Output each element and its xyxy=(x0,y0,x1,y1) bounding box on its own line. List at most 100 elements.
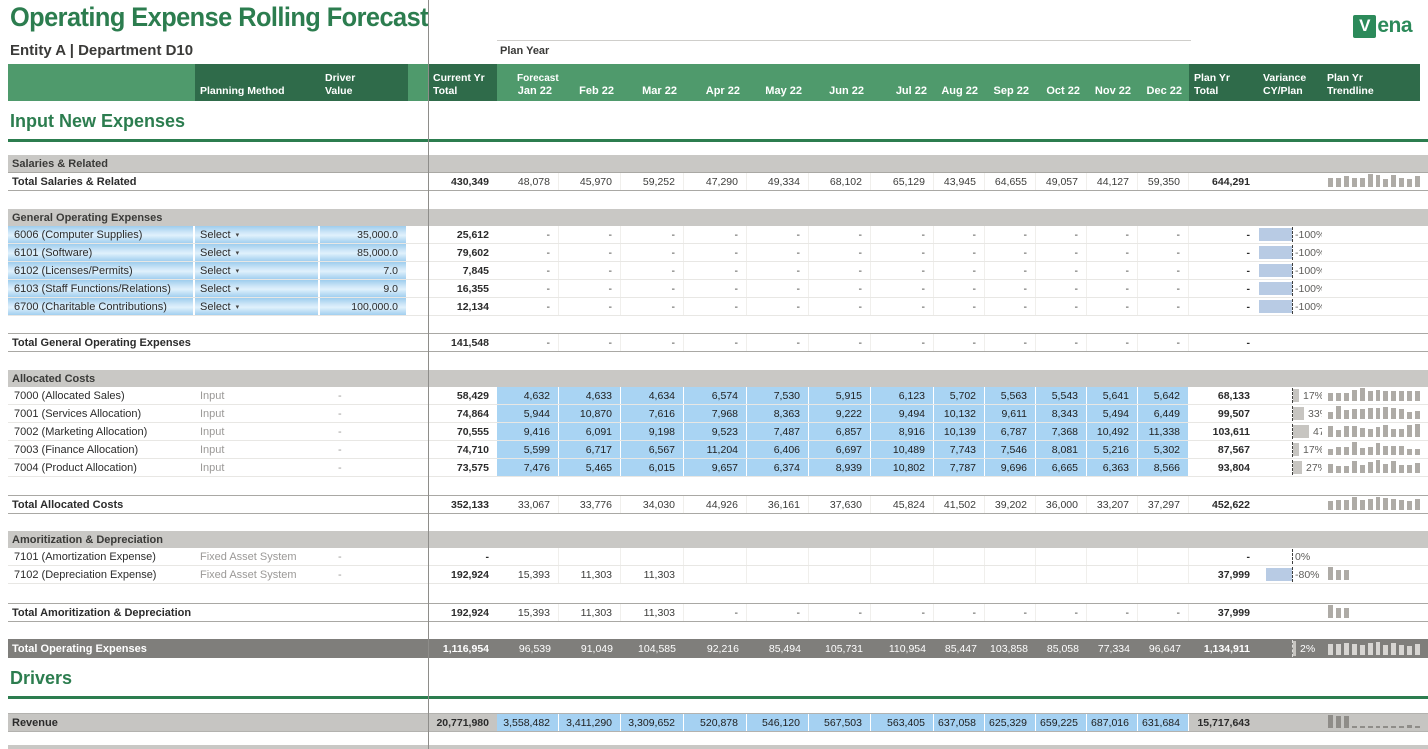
month-cell-oct-22[interactable]: 8,081 xyxy=(1036,441,1087,458)
month-cell-dec-22[interactable]: 6,449 xyxy=(1138,405,1189,422)
month-cell-sep-22[interactable]: 9,611 xyxy=(985,405,1036,422)
month-cell-jun-22[interactable]: 5,915 xyxy=(809,387,871,404)
month-cell-jul-22[interactable]: 10,489 xyxy=(871,441,934,458)
row-label[interactable]: 6006 (Computer Supplies) xyxy=(8,226,195,243)
row-label[interactable]: 6102 (Licenses/Permits) xyxy=(8,262,195,279)
driver-value-cell[interactable]: 9.0 xyxy=(320,280,408,297)
sparkline-bar xyxy=(1383,407,1388,419)
month-cell-nov-22[interactable]: 5,216 xyxy=(1087,441,1138,458)
month-cell-jan-22: 15,393 xyxy=(497,566,559,583)
row-label[interactable]: 6700 (Charitable Contributions) xyxy=(8,298,195,315)
month-cell-mar-22[interactable]: 7,616 xyxy=(621,405,684,422)
planning-method-select[interactable]: Select▾ xyxy=(195,262,320,279)
month-cell-oct-22[interactable]: 6,665 xyxy=(1036,459,1087,476)
row-label[interactable]: 6103 (Staff Functions/Relations) xyxy=(8,280,195,297)
month-cell-dec-22[interactable]: 11,338 xyxy=(1138,423,1189,440)
month-cell-jan-22[interactable]: 5,599 xyxy=(497,441,559,458)
month-cell-feb-22[interactable]: 3,411,290 xyxy=(559,714,621,731)
month-cell-apr-22[interactable]: 11,204 xyxy=(684,441,747,458)
month-cell-jan-22[interactable]: 3,558,482 xyxy=(497,714,559,731)
month-cell-nov-22[interactable]: 5,494 xyxy=(1087,405,1138,422)
month-cell-jan-22[interactable]: 7,476 xyxy=(497,459,559,476)
month-cell-feb-22[interactable]: 6,091 xyxy=(559,423,621,440)
month-cell-may-22[interactable]: 546,120 xyxy=(747,714,809,731)
planning-method-select[interactable]: Select▾ xyxy=(195,280,320,297)
month-cell-jul-22[interactable]: 9,494 xyxy=(871,405,934,422)
month-cell-jul-22[interactable]: 563,405 xyxy=(871,714,934,731)
month-cell-feb-22[interactable]: 6,717 xyxy=(559,441,621,458)
month-cell-mar-22[interactable]: 9,198 xyxy=(621,423,684,440)
month-cell-sep-22[interactable]: 9,696 xyxy=(985,459,1036,476)
month-cell-aug-22[interactable]: 10,132 xyxy=(934,405,985,422)
month-cell-apr-22[interactable]: 7,968 xyxy=(684,405,747,422)
trendline-sparkline xyxy=(1322,423,1420,440)
month-cell-nov-22[interactable]: 5,641 xyxy=(1087,387,1138,404)
sparkline-bar xyxy=(1352,644,1357,655)
month-cell-aug-22[interactable]: 10,139 xyxy=(934,423,985,440)
driver-value-cell[interactable]: 100,000.0 xyxy=(320,298,408,315)
month-cell-jul-22[interactable]: 10,802 xyxy=(871,459,934,476)
month-cell-mar-22[interactable]: 6,015 xyxy=(621,459,684,476)
row-label[interactable]: 6101 (Software) xyxy=(8,244,195,261)
month-cell-feb-22[interactable]: 4,633 xyxy=(559,387,621,404)
month-cell-sep-22[interactable]: 6,787 xyxy=(985,423,1036,440)
month-cell-oct-22[interactable]: 7,368 xyxy=(1036,423,1087,440)
month-cell-may-22[interactable]: 8,363 xyxy=(747,405,809,422)
month-cell-nov-22[interactable]: 687,016 xyxy=(1087,714,1138,731)
month-cell-jun-22[interactable]: 567,503 xyxy=(809,714,871,731)
month-cell-mar-22[interactable]: 6,567 xyxy=(621,441,684,458)
variance-cell: 0% xyxy=(1258,548,1322,565)
month-cell-jan-22: 15,393 xyxy=(497,604,559,621)
driver-value-cell[interactable]: 35,000.0 xyxy=(320,226,408,243)
planning-method-select[interactable]: Select▾ xyxy=(195,226,320,243)
sparkline-bar xyxy=(1328,449,1333,455)
month-cell-mar-22: - xyxy=(621,226,684,243)
month-cell-aug-22[interactable]: 637,058 xyxy=(934,714,985,731)
month-cell-sep-22[interactable]: 625,329 xyxy=(985,714,1036,731)
month-cell-jun-22[interactable]: 9,222 xyxy=(809,405,871,422)
month-cell-aug-22[interactable]: 7,743 xyxy=(934,441,985,458)
month-cell-jul-22[interactable]: 6,123 xyxy=(871,387,934,404)
month-cell-mar-22[interactable]: 4,634 xyxy=(621,387,684,404)
month-cell-feb-22[interactable]: 10,870 xyxy=(559,405,621,422)
planning-method-header: Planning Method xyxy=(195,64,320,101)
month-cell-dec-22[interactable]: 5,642 xyxy=(1138,387,1189,404)
month-cell-oct-22[interactable]: 659,225 xyxy=(1036,714,1087,731)
month-cell-nov-22[interactable]: 6,363 xyxy=(1087,459,1138,476)
month-cell-aug-22[interactable]: 5,702 xyxy=(934,387,985,404)
planning-method-select[interactable]: Select▾ xyxy=(195,298,320,315)
month-cell-apr-22[interactable]: 520,878 xyxy=(684,714,747,731)
month-cell-jun-22[interactable]: 6,857 xyxy=(809,423,871,440)
month-cell-may-22[interactable]: 7,530 xyxy=(747,387,809,404)
month-cell-aug-22[interactable]: 7,787 xyxy=(934,459,985,476)
month-cell-apr-22[interactable]: 6,574 xyxy=(684,387,747,404)
month-cell-jul-22[interactable]: 8,916 xyxy=(871,423,934,440)
month-cell-feb-22[interactable]: 5,465 xyxy=(559,459,621,476)
month-cell-dec-22[interactable]: 8,566 xyxy=(1138,459,1189,476)
month-cell-apr-22[interactable]: 9,523 xyxy=(684,423,747,440)
month-cell-dec-22[interactable]: 5,302 xyxy=(1138,441,1189,458)
month-cell-sep-22[interactable]: 5,563 xyxy=(985,387,1036,404)
month-cell-sep-22[interactable]: 7,546 xyxy=(985,441,1036,458)
month-cell-dec-22: - xyxy=(1138,262,1189,279)
month-cell-may-22[interactable]: 6,406 xyxy=(747,441,809,458)
month-cell-nov-22[interactable]: 10,492 xyxy=(1087,423,1138,440)
month-cell-oct-22[interactable]: 5,543 xyxy=(1036,387,1087,404)
month-cell-dec-22[interactable]: 631,684 xyxy=(1138,714,1189,731)
planning-method-select[interactable]: Select▾ xyxy=(195,244,320,261)
month-header-sep-22: Sep 22 xyxy=(985,64,1036,101)
month-cell-jan-22[interactable]: 9,416 xyxy=(497,423,559,440)
month-cell-jun-22[interactable]: 6,697 xyxy=(809,441,871,458)
month-cell-jun-22[interactable]: 8,939 xyxy=(809,459,871,476)
driver-value-cell[interactable]: 85,000.0 xyxy=(320,244,408,261)
month-cell-apr-22[interactable]: 9,657 xyxy=(684,459,747,476)
month-cell-may-22[interactable]: 7,487 xyxy=(747,423,809,440)
month-cell-mar-22[interactable]: 3,309,652 xyxy=(621,714,684,731)
planning-method-cell xyxy=(195,604,320,621)
driver-value-cell[interactable]: 7.0 xyxy=(320,262,408,279)
month-cell-oct-22[interactable]: 8,343 xyxy=(1036,405,1087,422)
variance-cell: 27% xyxy=(1258,459,1322,476)
month-cell-jan-22[interactable]: 5,944 xyxy=(497,405,559,422)
month-cell-jan-22[interactable]: 4,632 xyxy=(497,387,559,404)
month-cell-may-22[interactable]: 6,374 xyxy=(747,459,809,476)
